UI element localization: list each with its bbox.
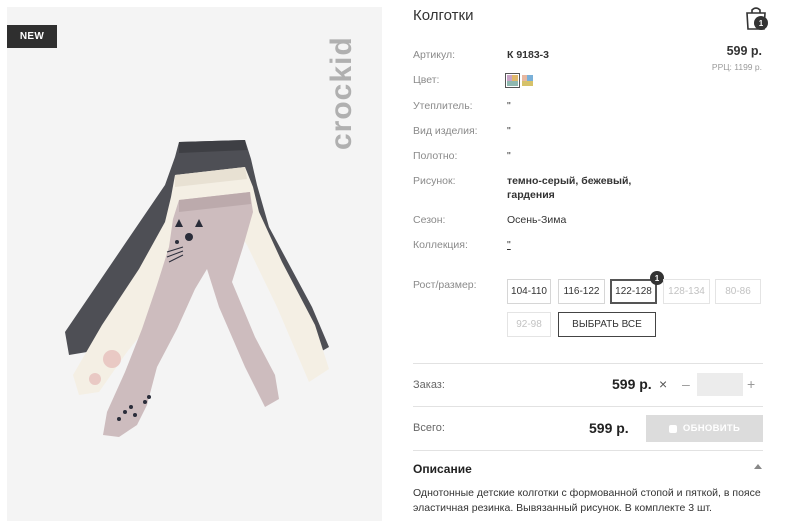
article-label: Артикул: [413,49,456,61]
color-label: Цвет: [413,74,440,86]
color-swatch-multicolor-1[interactable] [505,73,520,88]
quantity-decrease-button[interactable]: – [682,376,690,392]
divider [413,363,763,364]
collection-label: Коллекция: [413,239,468,251]
brand-watermark: crockid [325,36,358,150]
quantity-increase-button[interactable]: + [747,376,755,392]
new-badge: NEW [7,25,57,48]
update-button-label: ОБНОВИТЬ [682,423,741,434]
season-label: Сезон: [413,214,446,226]
pattern-value-line2: гардения [507,189,555,201]
recommended-retail-price: РРЦ: 1199 р. [711,62,762,72]
total-label: Всего: [413,422,445,434]
fabric-label: Полотно: [413,150,458,162]
size-option-122-128[interactable]: 122-128 [610,279,657,304]
size-option-104-110[interactable]: 104-110 [507,279,551,304]
pattern-label: Рисунок: [413,175,456,187]
select-all-sizes-button[interactable]: ВЫБРАТЬ ВСЕ [558,312,656,337]
pattern-value-line1: темно-серый, бежевый, [507,175,632,187]
size-option-92-98[interactable]: 92-98 [507,312,551,337]
product-image-panel[interactable]: NEW crockid [7,7,382,521]
size-option-128-134[interactable]: 128-134 [663,279,710,304]
size-selected-count-badge: 1 [650,271,664,285]
divider [413,450,763,451]
product-title: Колготки [413,7,474,24]
size-option-116-122[interactable]: 116-122 [558,279,605,304]
size-label: Рост/размер: [413,279,477,291]
description-text: Однотонные детские колготки с формованно… [413,487,761,514]
order-label: Заказ: [413,379,445,391]
type-label: Вид изделия: [413,125,478,137]
refresh-icon [668,424,677,433]
description-title: Описание [413,462,472,476]
insulation-value: " [507,100,511,112]
update-button[interactable]: ОБНОВИТЬ [646,415,763,442]
total-price: 599 р. [589,420,629,436]
chevron-up-icon[interactable] [754,464,762,469]
product-price: 599 р. [726,44,762,58]
collection-link[interactable]: " [507,239,511,251]
type-value: " [507,125,511,137]
quantity-input[interactable] [697,373,743,396]
cart-count-badge: 1 [754,16,768,30]
insulation-label: Утеплитель: [413,100,473,112]
season-value: Осень-Зима [507,214,567,226]
fabric-value: " [507,150,511,162]
close-icon[interactable]: × [659,376,667,392]
order-price: 599 р. [612,376,652,392]
divider [413,406,763,407]
article-value: К 9183-3 [507,49,550,61]
size-option-80-86[interactable]: 80-86 [715,279,761,304]
color-swatch-multicolor-2[interactable] [522,75,533,86]
